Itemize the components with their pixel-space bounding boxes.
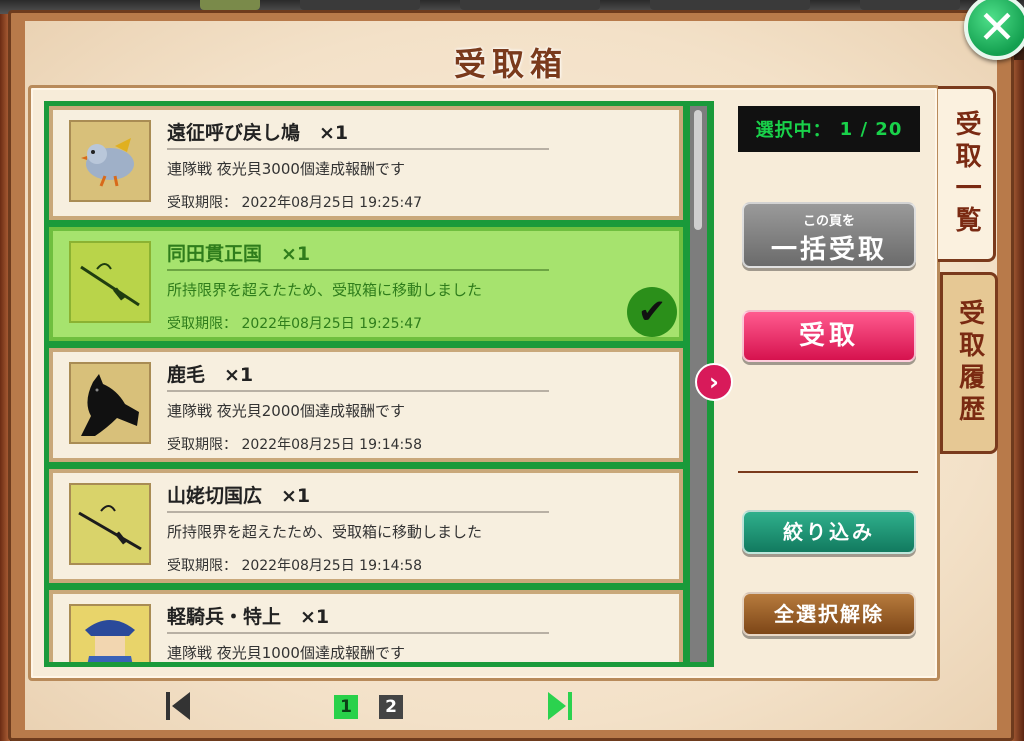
bulk-receive-label: 一括受取	[770, 235, 887, 265]
item-divider	[167, 632, 549, 634]
item-divider	[167, 269, 549, 271]
tab-receive-history-label: 受取履歴	[954, 299, 985, 427]
item-expiry: 受取期限： 2022年08月25日 19:25:47	[167, 195, 423, 211]
item-name: 鹿毛 ×1	[167, 364, 254, 386]
horse-icon	[69, 362, 151, 444]
item-description: 連隊戦 夜光貝3000個達成報酬です	[167, 160, 405, 178]
item-description: 所持限界を超えたため、受取箱に移動しました	[167, 281, 483, 299]
sword-icon	[69, 241, 151, 323]
item-expiry: 受取期限： 2022年08月25日 19:14:58	[167, 558, 423, 574]
tab-receive-list-label: 受取一覧	[951, 110, 982, 238]
counter-label: 選択中：	[755, 120, 832, 141]
item-description: 所持限界を超えたため、受取箱に移動しました	[167, 523, 483, 541]
pigeon-icon	[69, 120, 151, 202]
item-description: 連隊戦 夜光貝2000個達成報酬です	[167, 402, 405, 420]
bulk-receive-subtitle: この頁を	[802, 214, 855, 229]
list-item[interactable]: 遠征呼び戻し鳩 ×1 連隊戦 夜光貝3000個達成報酬です 受取期限： 2022…	[49, 106, 683, 220]
controls-divider	[738, 471, 918, 473]
list-item-selected[interactable]: 同田貫正国 ×1 所持限界を超えたため、受取箱に移動しました 受取期限： 202…	[49, 227, 683, 341]
item-list: 遠征呼び戻し鳩 ×1 連隊戦 夜光貝3000個達成報酬です 受取期限： 2022…	[44, 101, 714, 667]
page-button-2[interactable]: 2	[379, 695, 403, 719]
item-description: 連隊戦 夜光貝1000個達成報酬です	[167, 644, 405, 662]
bulk-receive-page-button[interactable]: この頁を 一括受取	[742, 202, 916, 268]
item-divider	[167, 511, 549, 513]
item-name: 軽騎兵・特上 ×1	[167, 606, 330, 628]
checkmark-icon: ✔	[627, 287, 677, 337]
item-list-viewport: 遠征呼び戻し鳩 ×1 連隊戦 夜光貝3000個達成報酬です 受取期限： 2022…	[49, 106, 683, 662]
list-item[interactable]: 軽騎兵・特上 ×1 連隊戦 夜光貝1000個達成報酬です	[49, 590, 683, 662]
page-button-1[interactable]: 1	[334, 695, 358, 719]
skip-last-icon	[548, 692, 572, 720]
deselect-all-button[interactable]: 全選択解除	[742, 592, 916, 636]
dialog-title: 受取箱	[453, 45, 568, 83]
item-expiry: 受取期限： 2022年08月25日 19:25:47	[167, 316, 423, 332]
tab-receive-list[interactable]: 受取一覧	[938, 86, 996, 262]
counter-value: 1 / 20	[839, 118, 903, 140]
sword-icon	[69, 483, 151, 565]
scrollbar-thumb[interactable]	[694, 110, 702, 230]
receive-button[interactable]: 受取	[742, 310, 916, 362]
item-name: 遠征呼び戻し鳩 ×1	[167, 122, 349, 144]
tab-receive-history[interactable]: 受取履歴	[940, 272, 998, 454]
content-panel: 遠征呼び戻し鳩 ×1 連隊戦 夜光貝3000個達成報酬です 受取期限： 2022…	[28, 85, 940, 681]
skip-first-icon	[166, 692, 190, 720]
cavalry-soldier-icon	[69, 604, 151, 662]
item-name: 山姥切国広 ×1	[167, 485, 311, 507]
chevron-right-icon: ›	[709, 368, 719, 396]
item-name: 同田貫正国 ×1	[167, 243, 311, 265]
filter-button[interactable]: 絞り込み	[742, 510, 916, 554]
first-page-button[interactable]	[164, 690, 192, 722]
list-item[interactable]: 山姥切国広 ×1 所持限界を超えたため、受取箱に移動しました 受取期限： 202…	[49, 469, 683, 583]
last-page-button[interactable]	[546, 690, 574, 722]
item-expiry: 受取期限： 2022年08月25日 19:14:58	[167, 437, 423, 453]
item-divider	[167, 390, 549, 392]
selection-counter: 選択中： 1 / 20	[738, 106, 920, 152]
list-item[interactable]: 鹿毛 ×1 連隊戦 夜光貝2000個達成報酬です 受取期限： 2022年08月2…	[49, 348, 683, 462]
item-divider	[167, 148, 549, 150]
next-page-arrow-button[interactable]: ›	[695, 363, 733, 401]
close-icon: ✕	[977, 0, 1017, 54]
